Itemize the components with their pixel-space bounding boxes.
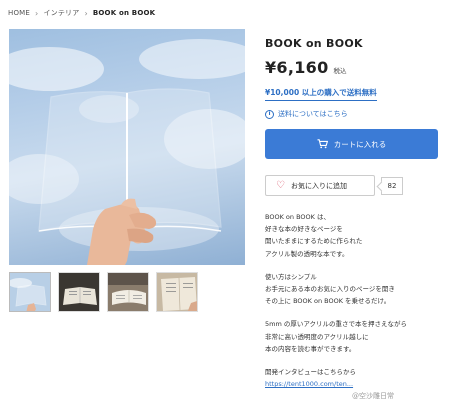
- heart-icon: ♡: [276, 179, 285, 191]
- thumbnail-3[interactable]: [107, 272, 149, 312]
- favorite-count: 82: [381, 176, 403, 195]
- description-line: お手元にある本のお気に入りのページを開き: [265, 285, 395, 294]
- description-line: 本の内容を読む事ができます。: [265, 344, 356, 353]
- description-line: 使い方はシンプル: [265, 272, 317, 281]
- description-line: その上に BOOK on BOOK を乗せるだけ。: [265, 297, 391, 306]
- thumbnail-list: [9, 272, 198, 312]
- description-line: BOOK on BOOK は、: [265, 213, 330, 221]
- interview-link[interactable]: https://tent1000.com/ten...: [265, 378, 445, 390]
- product-main-image[interactable]: [9, 29, 245, 265]
- breadcrumb: HOME › インテリア › BOOK on BOOK: [8, 6, 155, 20]
- chevron-right-icon: ›: [35, 8, 39, 18]
- breadcrumb-current: BOOK on BOOK: [92, 9, 156, 17]
- thumbnail-4[interactable]: [156, 272, 198, 312]
- product-title: BOOK on BOOK: [265, 37, 363, 50]
- thumb-book-dark: [59, 273, 99, 311]
- watermark: @空沙雕日常: [352, 392, 394, 400]
- shipping-info-link[interactable]: i 送料についてはこちら: [265, 109, 348, 119]
- thumb-sky-book: [10, 273, 50, 311]
- breadcrumb-home[interactable]: HOME: [8, 9, 30, 17]
- add-to-cart-button[interactable]: カートに入れる: [265, 129, 438, 159]
- thumb-book-page: [157, 273, 197, 311]
- add-to-favorites-button[interactable]: ♡ お気に入りに追加: [265, 175, 375, 196]
- thumbnail-2[interactable]: [58, 272, 100, 312]
- breadcrumb-interior[interactable]: インテリア: [43, 8, 79, 18]
- price-row: ¥6,160 税込: [265, 58, 347, 77]
- description-line: 非常に高い透明度のアクリル越しに: [265, 332, 369, 341]
- favorite-label: お気に入りに追加: [290, 181, 347, 190]
- chevron-right-icon: ›: [84, 8, 88, 18]
- description-line: 開発インタビューはこちらから: [265, 368, 356, 377]
- favorite-row: ♡ お気に入りに追加 82: [265, 175, 403, 196]
- description-line: 開いたままにするために作られた: [265, 237, 363, 246]
- info-icon: i: [265, 109, 274, 119]
- product-description: BOOK on BOOK は、 好きな本の好きなページを 開いたままにするために…: [265, 211, 445, 390]
- cart-icon: [317, 139, 328, 149]
- description-line: 好きな本の好きなページを: [265, 225, 343, 234]
- book-on-sky-photo: [9, 39, 245, 265]
- add-to-cart-label: カートに入れる: [333, 139, 387, 149]
- thumb-book-open: [108, 273, 148, 311]
- description-line: アクリル製の透明な本です。: [265, 249, 349, 258]
- description-line: 5mm の厚いアクリルの重さで本を押さえながら: [265, 320, 408, 329]
- product-price: ¥6,160: [265, 58, 329, 77]
- thumbnail-1[interactable]: [9, 272, 51, 312]
- tax-label: 税込: [333, 67, 347, 75]
- free-shipping-promo: ¥10,000 以上の購入で送料無料: [265, 87, 377, 101]
- shipping-info-label: 送料についてはこちら: [278, 110, 348, 118]
